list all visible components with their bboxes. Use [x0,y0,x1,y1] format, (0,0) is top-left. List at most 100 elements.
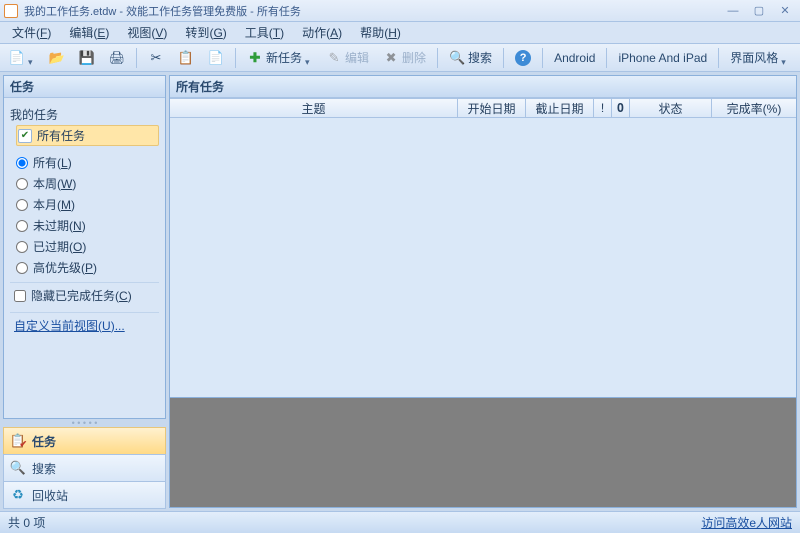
task-list-header: 所有任务 [170,76,796,98]
filter-all-radio[interactable] [16,157,28,169]
shortcut-tasks-label: 任务 [32,433,56,450]
tb-android[interactable]: Android [549,47,600,69]
filter-overdue-radio[interactable] [16,241,28,253]
shortcut-panel: 任务 搜索 回收站 [3,427,166,508]
tb-new-task[interactable]: 新任务 [242,47,317,69]
shortcut-search-label: 搜索 [32,460,56,477]
filter-high-priority[interactable]: 高优先级(P) [16,257,159,278]
attachment-icon: 𝟎 [617,101,624,116]
filter-month-radio[interactable] [16,199,28,211]
menu-file[interactable]: 文件(F) [6,22,57,43]
tb-copy[interactable] [173,47,199,69]
title-bar: 我的工作任务.etdw - 效能工作任务管理免费版 - 所有任务 ― ▢ ✕ [0,0,800,22]
help-icon [515,50,531,66]
menu-action[interactable]: 动作(A) [296,22,348,43]
tb-paste[interactable] [203,47,229,69]
plus-icon [247,50,263,66]
tb-delete[interactable]: 删除 [378,47,431,69]
chevron-down-icon [305,54,312,61]
sidebar-splitter[interactable]: • • • • • [3,419,166,427]
window-controls: ― ▢ ✕ [722,3,796,19]
tb-new-file[interactable] [4,47,40,69]
menu-view[interactable]: 视图(V) [121,22,173,43]
maximize-button[interactable]: ▢ [748,3,770,19]
filter-high-priority-radio[interactable] [16,262,28,274]
toolbar-separator [437,48,438,68]
tb-interface-style-label: 界面风格 [730,49,778,66]
detail-pane [169,398,797,508]
toolbar-separator [718,48,719,68]
toolbar-separator [606,48,607,68]
edit-icon [326,50,342,66]
filter-not-overdue[interactable]: 未过期(N) [16,215,159,236]
custom-view-link[interactable]: 自定义当前视图(U)... [10,312,159,334]
tb-search[interactable]: 搜索 [444,47,497,69]
task-list-panel: 所有任务 主题 开始日期 截止日期 ! 𝟎 状态 完成率(%) [169,75,797,398]
filter-radio-group: 所有(L) 本周(W) 本月(M) 未过期(N) 已过期(O) 高优先级(P) [16,152,159,278]
toolbar-separator [136,48,137,68]
tasks-panel-header: 任务 [4,76,165,98]
tb-delete-label: 删除 [402,49,426,66]
all-tasks-node[interactable]: ✔ 所有任务 [16,125,159,146]
col-end-date[interactable]: 截止日期 [526,99,594,117]
my-tasks-node[interactable]: 我的任务 [10,104,159,125]
filter-overdue[interactable]: 已过期(O) [16,236,159,257]
task-list-title: 所有任务 [176,78,224,95]
grid-body[interactable] [170,118,796,397]
recycle-icon [10,487,26,503]
col-percent[interactable]: 完成率(%) [712,99,796,117]
close-button[interactable]: ✕ [774,3,796,19]
col-priority[interactable]: ! [594,99,612,117]
tb-print[interactable] [104,47,130,69]
tb-help[interactable] [510,47,536,69]
cut-icon [148,50,164,66]
filter-week[interactable]: 本周(W) [16,173,159,194]
menu-edit[interactable]: 编辑(E) [63,22,115,43]
content-area: 所有任务 主题 开始日期 截止日期 ! 𝟎 状态 完成率(%) [169,75,797,508]
tb-interface-style[interactable]: 界面风格 [725,47,793,69]
filter-all[interactable]: 所有(L) [16,152,159,173]
page-icon [9,50,25,66]
chevron-down-icon [28,54,35,61]
shortcut-recycle[interactable]: 回收站 [3,481,166,509]
print-icon [109,50,125,66]
col-subject[interactable]: 主题 [170,99,458,117]
menu-tools[interactable]: 工具(T) [239,22,290,43]
col-start-date[interactable]: 开始日期 [458,99,526,117]
tasks-panel-title: 任务 [10,78,34,95]
col-status[interactable]: 状态 [630,99,712,117]
hide-completed-checkbox[interactable] [14,290,26,302]
tb-cut[interactable] [143,47,169,69]
website-link[interactable]: 访问高效e人网站 [701,516,792,530]
shortcut-tasks[interactable]: 任务 [3,427,166,455]
toolbar-separator [503,48,504,68]
hide-completed-row[interactable]: 隐藏已完成任务(C) [10,282,159,308]
col-attachment[interactable]: 𝟎 [612,99,630,117]
tb-edit-label: 编辑 [345,49,369,66]
tb-open[interactable] [44,47,70,69]
toolbar-separator [235,48,236,68]
menu-help[interactable]: 帮助(H) [354,22,407,43]
tasks-panel-body: 我的任务 ✔ 所有任务 所有(L) 本周(W) 本月(M) 未过期(N) 已过期… [4,98,165,418]
tb-save[interactable] [74,47,100,69]
tb-iphone-ipad[interactable]: iPhone And iPad [613,47,712,69]
search-icon [449,50,465,66]
toolbar: 新任务 编辑 删除 搜索 Android iPhone And iPad 界面风… [0,44,800,72]
tb-edit[interactable]: 编辑 [321,47,374,69]
filter-month[interactable]: 本月(M) [16,194,159,215]
filter-week-radio[interactable] [16,178,28,190]
status-count: 共 0 项 [8,514,45,531]
shortcut-recycle-label: 回收站 [32,487,68,504]
status-bar: 共 0 项 访问高效e人网站 [0,511,800,533]
tb-android-label: Android [554,51,595,65]
main-area: 任务 我的任务 ✔ 所有任务 所有(L) 本周(W) 本月(M) 未过期(N) … [0,72,800,511]
delete-icon [383,50,399,66]
grid-header-row: 主题 开始日期 截止日期 ! 𝟎 状态 完成率(%) [170,98,796,118]
status-right: 访问高效e人网站 [701,514,792,531]
shortcut-search[interactable]: 搜索 [3,454,166,482]
menu-goto[interactable]: 转到(G) [179,22,232,43]
paste-icon [208,50,224,66]
task-grid: 主题 开始日期 截止日期 ! 𝟎 状态 完成率(%) [170,98,796,397]
filter-not-overdue-radio[interactable] [16,220,28,232]
minimize-button[interactable]: ― [722,3,744,19]
